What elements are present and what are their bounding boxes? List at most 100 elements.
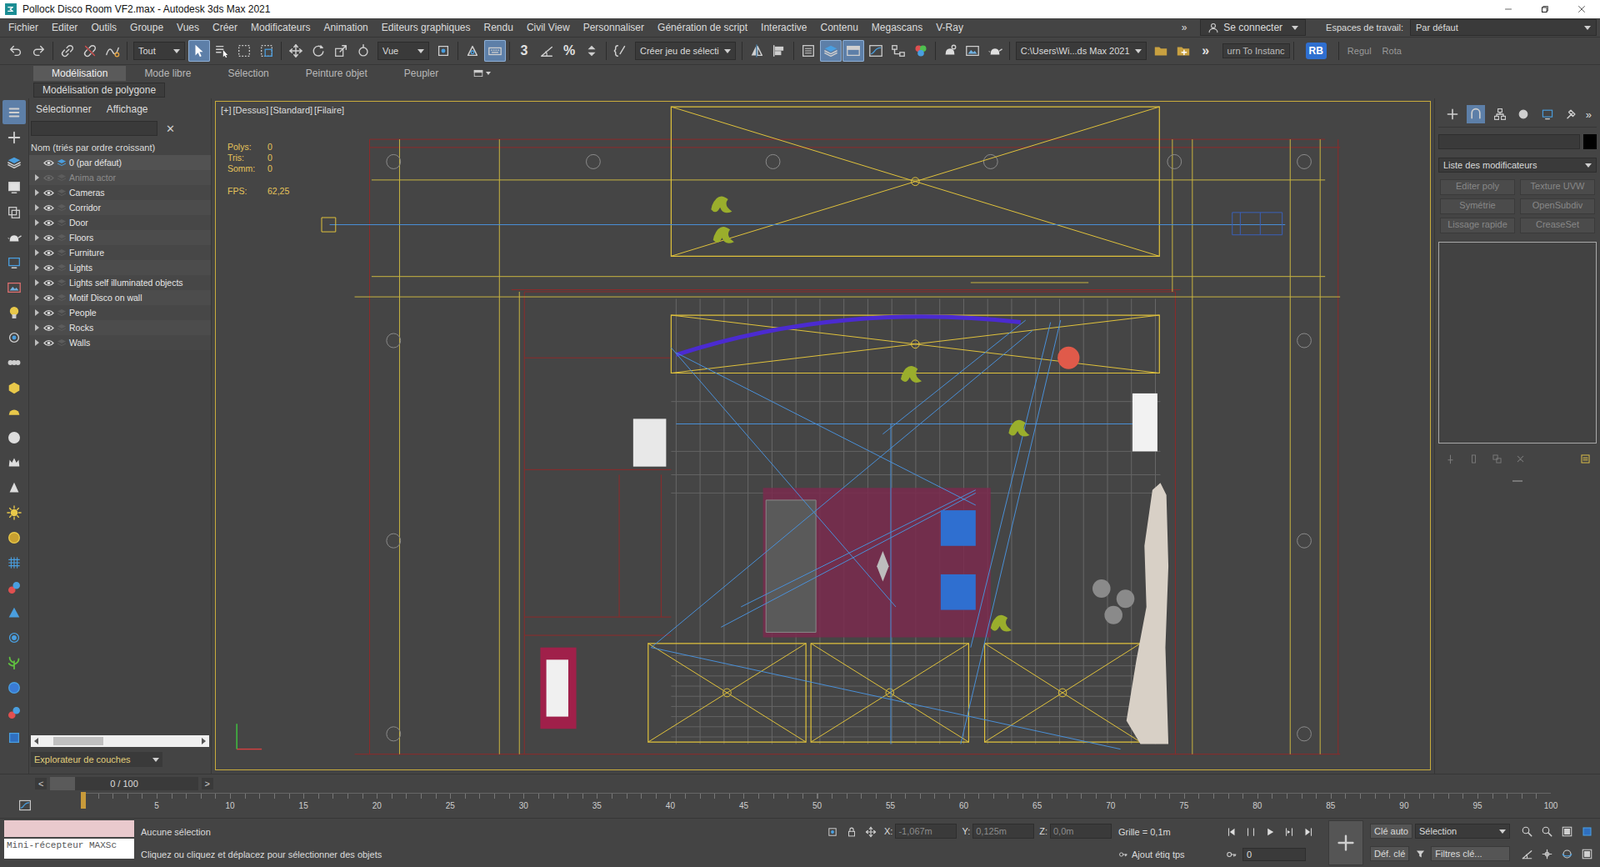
toolbar-button[interactable] xyxy=(210,40,233,62)
viewport[interactable]: [+][Dessus][Standard][Filaire]Polys:0Tri… xyxy=(215,100,1431,770)
expand-arrow-icon[interactable] xyxy=(35,294,40,301)
expand-arrow-icon[interactable] xyxy=(35,324,40,331)
explorer-menu-item[interactable]: Sélectionner xyxy=(35,103,92,115)
side-tool-button[interactable] xyxy=(2,375,26,400)
eye-icon[interactable] xyxy=(43,279,55,287)
toolbar-button[interactable] xyxy=(610,40,632,62)
modifier-button[interactable]: OpenSubdiv xyxy=(1520,198,1595,215)
side-tool-button[interactable] xyxy=(2,100,26,125)
eye-icon[interactable] xyxy=(43,324,55,332)
workspace-dropdown[interactable]: Par défaut xyxy=(1410,19,1597,36)
scroll-left-icon[interactable] xyxy=(34,737,39,745)
explorer-type-dropdown[interactable]: Explorateur de couches xyxy=(30,751,163,767)
toolbar-button[interactable] xyxy=(285,40,307,62)
layer-row[interactable]: People xyxy=(29,305,211,320)
modifier-button[interactable]: Texture UVW xyxy=(1520,179,1595,195)
eye-icon[interactable] xyxy=(43,264,55,272)
time-slider-track[interactable]: 0 / 100 xyxy=(50,776,198,790)
stack-tool-button[interactable] xyxy=(1578,451,1592,465)
selection-lock-button[interactable] xyxy=(843,823,860,840)
side-tool-button[interactable] xyxy=(2,350,26,375)
menu-item[interactable]: Vues xyxy=(170,21,206,34)
side-tool-button[interactable] xyxy=(2,250,26,275)
clear-search-button[interactable]: ✕ xyxy=(165,122,175,135)
close-button[interactable] xyxy=(1563,0,1600,19)
layer-row[interactable]: Lights xyxy=(29,260,211,275)
modifier-button[interactable]: CreaseSet xyxy=(1520,217,1595,234)
ribbon-options[interactable] xyxy=(473,68,491,79)
key-filters-button[interactable]: Filtres clé... xyxy=(1430,845,1510,861)
menu-item[interactable]: Contenu xyxy=(813,21,865,34)
blue-seat[interactable] xyxy=(940,574,976,610)
layer-row[interactable]: 0 (par défaut) xyxy=(29,155,211,170)
toolbar-dropdown[interactable]: Vue xyxy=(377,41,430,60)
toolbar-button[interactable]: » xyxy=(1195,40,1217,62)
add-time-tag[interactable]: Ajout étiq tps xyxy=(1118,849,1217,860)
eye-icon[interactable] xyxy=(43,339,55,347)
modifier-list-dropdown[interactable]: Liste des modificateurs xyxy=(1438,157,1597,173)
toolbar-button[interactable] xyxy=(939,40,961,62)
menu-item[interactable]: Outils xyxy=(84,21,124,34)
toolbar-button[interactable]: 3 xyxy=(513,40,535,62)
listener-output[interactable] xyxy=(4,820,135,837)
command-panel-tab[interactable] xyxy=(1443,105,1462,124)
toolbar-text-button[interactable]: Regul xyxy=(1342,45,1377,56)
command-panel-tab[interactable] xyxy=(1490,105,1510,124)
layer-row[interactable]: Corridor xyxy=(29,200,211,215)
curve-editor-button[interactable] xyxy=(0,792,50,818)
zoom-button[interactable] xyxy=(1518,823,1535,840)
side-tool-button[interactable] xyxy=(2,175,26,200)
expand-arrow-icon[interactable] xyxy=(35,174,40,181)
toolbar-button[interactable] xyxy=(535,40,558,62)
coordinate-value[interactable]: 0,0m xyxy=(1050,823,1112,839)
account-button[interactable]: Se connecter xyxy=(1200,19,1306,36)
set-key-button[interactable] xyxy=(1328,820,1364,865)
current-frame-field[interactable]: 0 xyxy=(1242,847,1306,861)
menu-item[interactable]: Editeurs graphiques xyxy=(375,21,478,34)
side-tool-button[interactable] xyxy=(2,200,26,225)
command-panel-tab[interactable] xyxy=(1561,105,1580,124)
next-frame-button[interactable]: > xyxy=(201,777,214,790)
search-field[interactable] xyxy=(30,120,158,136)
user-badge[interactable]: RB xyxy=(1305,42,1327,60)
maximize-viewport-button[interactable] xyxy=(1578,845,1595,863)
menu-item[interactable]: Interactive xyxy=(754,21,814,34)
object-color-swatch[interactable] xyxy=(1583,134,1597,150)
eye-icon[interactable] xyxy=(43,294,55,302)
menu-item[interactable]: Rendu xyxy=(477,21,520,34)
toolbar-button[interactable] xyxy=(745,40,768,62)
toolbar-button[interactable] xyxy=(865,40,887,62)
key-mode-dropdown[interactable]: Sélection xyxy=(1415,823,1510,839)
toolbar-dropdown[interactable]: Créer jeu de sélecti xyxy=(635,41,736,60)
side-tool-button[interactable] xyxy=(2,675,26,700)
layer-row[interactable]: Cameras xyxy=(29,185,211,200)
menu-overflow[interactable]: » xyxy=(1175,21,1195,34)
menu-item[interactable]: Créer xyxy=(205,21,245,34)
go-to-start-button[interactable] xyxy=(1223,823,1240,840)
side-tool-button[interactable] xyxy=(2,500,26,525)
side-tool-button[interactable] xyxy=(2,550,26,575)
side-tool-button[interactable] xyxy=(2,575,26,600)
go-to-end-button[interactable] xyxy=(1300,823,1317,840)
layer-row[interactable]: Floors xyxy=(29,230,211,245)
side-tool-button[interactable] xyxy=(2,125,26,150)
side-tool-button[interactable] xyxy=(2,700,26,725)
pan-button[interactable] xyxy=(1538,845,1555,863)
expand-arrow-icon[interactable] xyxy=(35,339,40,346)
eye-icon[interactable] xyxy=(43,159,55,167)
menu-item[interactable]: Personnaliser xyxy=(576,21,651,34)
toolbar-button[interactable] xyxy=(27,40,50,62)
expand-arrow-icon[interactable] xyxy=(35,234,40,241)
side-tool-button[interactable] xyxy=(2,225,26,250)
previous-key-button[interactable] xyxy=(1242,823,1260,840)
disco-arc[interactable] xyxy=(675,316,1020,355)
ribbon-tab[interactable]: Peinture objet xyxy=(287,65,386,81)
modifier-button[interactable]: Symétrie xyxy=(1440,198,1515,215)
modifier-button[interactable]: Editer poly xyxy=(1440,179,1515,195)
menu-item[interactable]: Groupe xyxy=(123,21,170,34)
command-panel-tab[interactable] xyxy=(1514,105,1533,124)
play-button[interactable] xyxy=(1261,823,1279,840)
menu-item[interactable]: Fichier xyxy=(1,21,45,34)
expand-arrow-icon[interactable] xyxy=(35,219,40,226)
key-mode-button[interactable] xyxy=(1223,845,1240,863)
